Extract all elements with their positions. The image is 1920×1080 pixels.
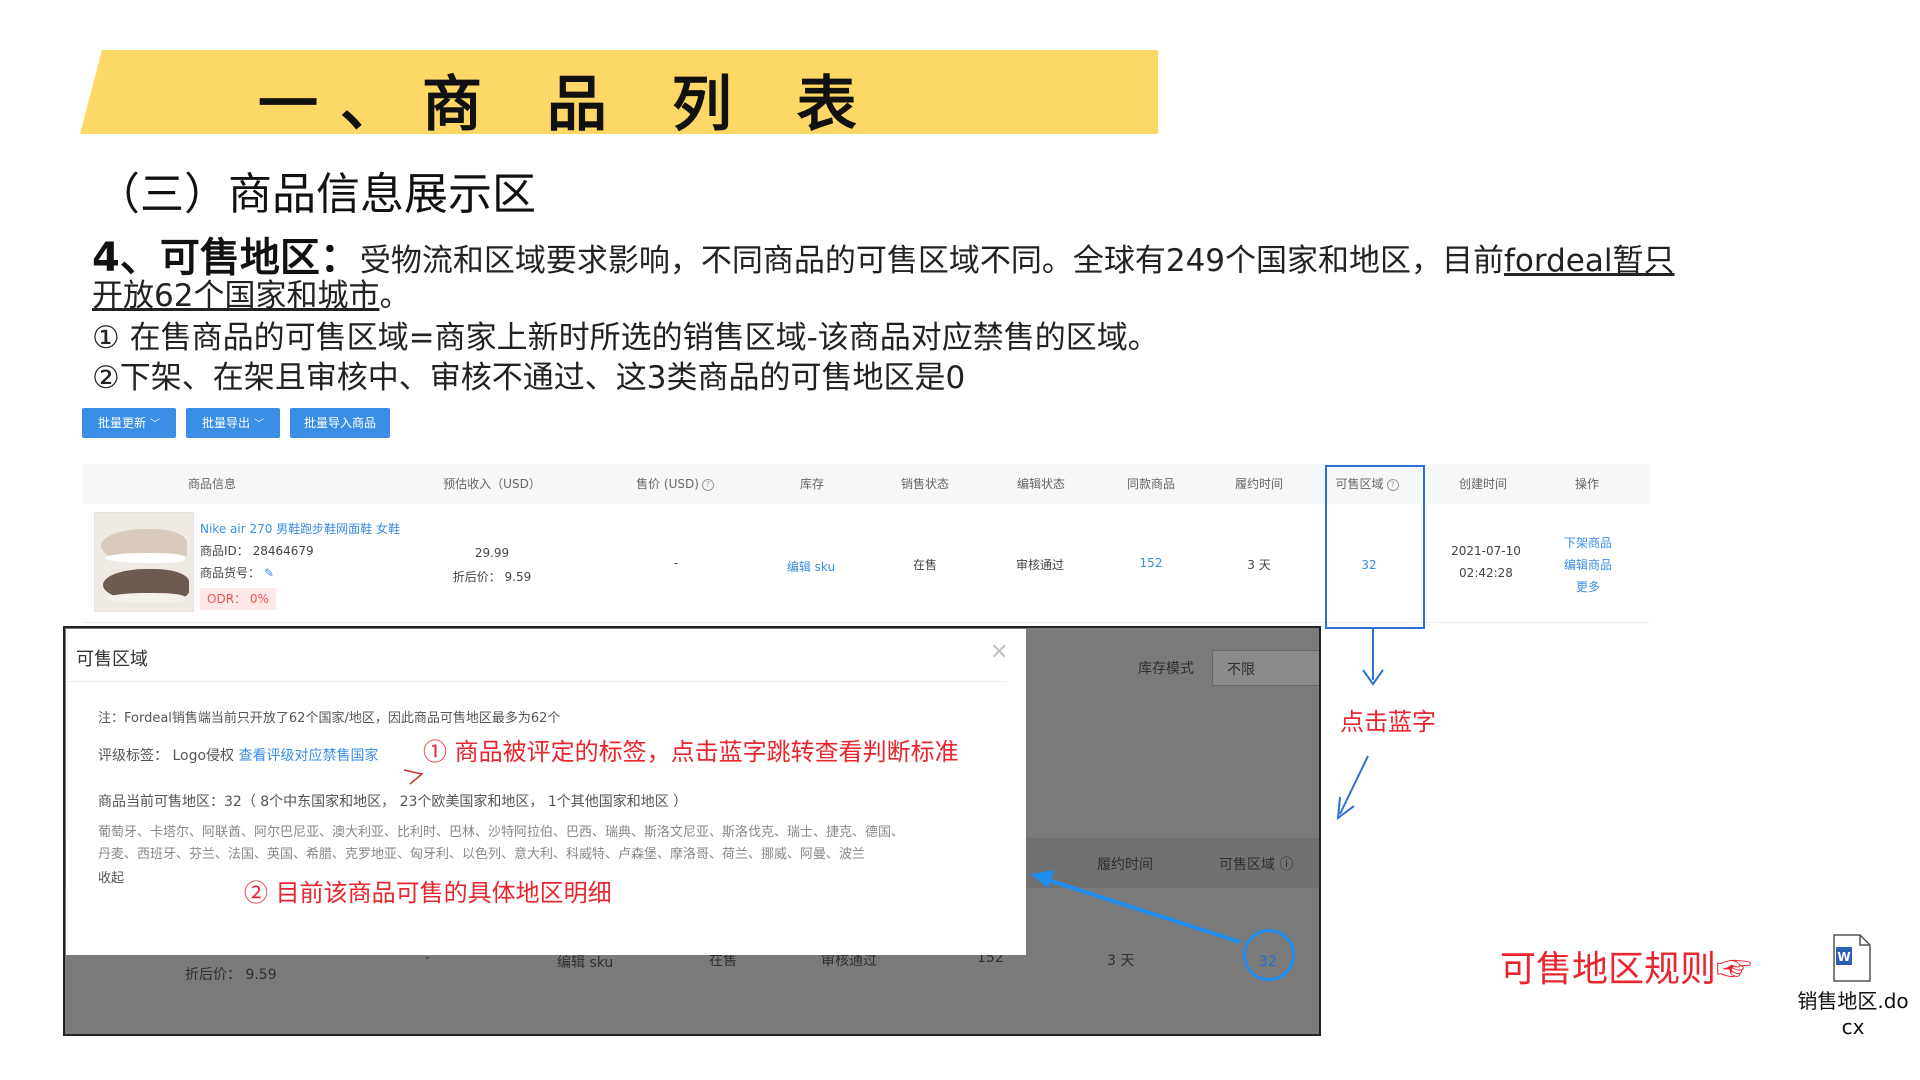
svg-text:W: W	[1837, 950, 1850, 964]
arrow-to-modal-head	[1030, 870, 1054, 888]
attachment-filename-line1: 销售地区.do	[1797, 989, 1909, 1013]
attachment-filename-line2: cx	[1841, 1015, 1865, 1039]
arrow-diag-line	[1339, 755, 1369, 815]
attachment-filename[interactable]: 销售地区.do cx	[1788, 988, 1918, 1040]
arrow-to-modal-line	[1041, 876, 1241, 944]
word-document-icon[interactable]: W	[1832, 933, 1872, 983]
small-arrow-rating	[403, 769, 424, 785]
annotation-arrows	[403, 628, 1384, 944]
